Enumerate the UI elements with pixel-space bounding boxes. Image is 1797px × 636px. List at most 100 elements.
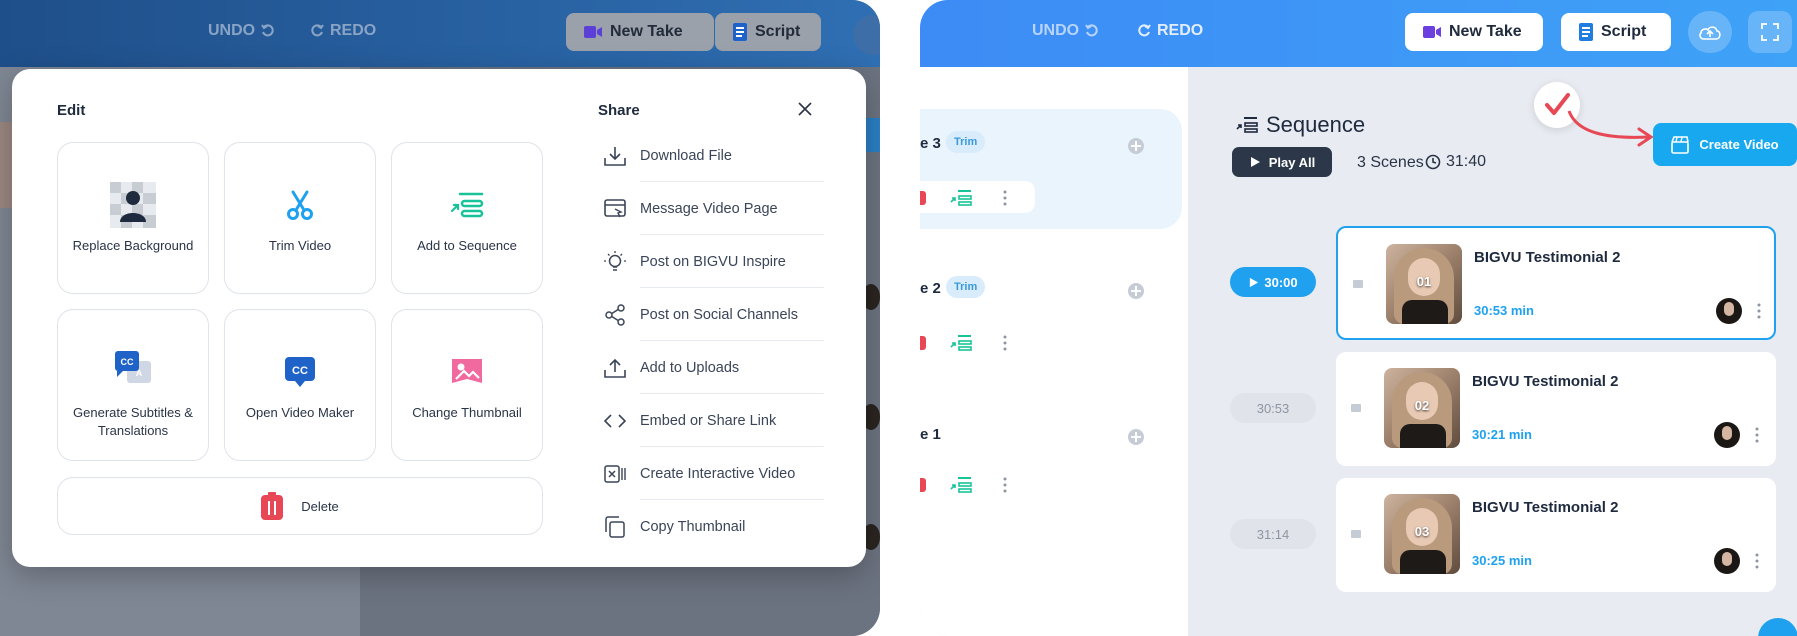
play-all-label: Play All xyxy=(1268,154,1316,170)
new-take-button[interactable]: New Take xyxy=(1405,13,1543,51)
generate-subtitles-tile[interactable]: A CC Generate Subtitles & Translations xyxy=(57,309,209,461)
add-to-uploads-item[interactable]: Add to Uploads xyxy=(602,341,824,394)
cc-icon: CC xyxy=(276,348,324,396)
scene-card[interactable]: e 1 xyxy=(920,400,1182,520)
undo-button[interactable]: UNDO xyxy=(1032,22,1099,40)
right-panel: UNDO REDO New Take Script e 3 Trim e 2 T… xyxy=(920,0,1797,636)
right-top-bar: UNDO REDO New Take Script xyxy=(920,0,1797,67)
copy-thumbnail-item[interactable]: Copy Thumbnail xyxy=(602,500,824,553)
clip-title: BIGVU Testimonial 2 xyxy=(1472,499,1619,516)
share-item-label: Add to Uploads xyxy=(640,359,740,376)
record-indicator xyxy=(920,336,926,350)
create-video-button[interactable]: Create Video xyxy=(1653,123,1797,166)
create-interactive-video-item[interactable]: Create Interactive Video xyxy=(602,447,824,500)
clip-number: 01 xyxy=(1416,274,1432,289)
create-video-label: Create Video xyxy=(1699,137,1779,152)
share-list: Download File Message Video Page Post on… xyxy=(602,129,824,553)
video-actions-modal: Edit Share Replace Background Trim Video… xyxy=(12,69,866,567)
generate-subtitles-label: Generate Subtitles & Translations xyxy=(73,405,193,438)
sequence-icon xyxy=(443,181,491,229)
script-button[interactable]: Script xyxy=(1561,13,1671,51)
fullscreen-button[interactable] xyxy=(1748,11,1792,53)
script-icon xyxy=(733,23,747,41)
close-button[interactable] xyxy=(795,99,815,119)
sequence-clip[interactable]: 02 BIGVU Testimonial 2 30:21 min xyxy=(1336,352,1776,466)
more-menu-icon[interactable] xyxy=(1002,189,1008,207)
clip-start-time[interactable]: 30:53 xyxy=(1230,393,1316,423)
share-item-label: Message Video Page xyxy=(640,200,778,217)
new-take-label: New Take xyxy=(610,23,683,40)
avatar xyxy=(1714,422,1740,448)
share-item-label: Download File xyxy=(640,147,732,164)
add-to-sequence-label: Add to Sequence xyxy=(417,238,517,253)
close-icon xyxy=(798,102,812,116)
record-indicator xyxy=(920,478,926,492)
delete-button[interactable]: Delete xyxy=(57,477,543,535)
sequence-icon[interactable] xyxy=(950,189,972,207)
replace-background-tile[interactable]: Replace Background xyxy=(57,142,209,294)
download-file-item[interactable]: Download File xyxy=(602,129,824,182)
trim-video-tile[interactable]: Trim Video xyxy=(224,142,376,294)
share-item-label: Copy Thumbnail xyxy=(640,518,746,535)
sequence-clip[interactable]: 01 BIGVU Testimonial 2 30:53 min xyxy=(1336,226,1776,340)
redo-button[interactable]: REDO xyxy=(1137,22,1203,40)
drag-handle-icon[interactable] xyxy=(1350,402,1362,414)
add-take-icon[interactable] xyxy=(1127,428,1145,446)
avatar xyxy=(1714,548,1740,574)
sequence-clip[interactable]: 03 BIGVU Testimonial 2 30:25 min xyxy=(1336,478,1776,592)
svg-text:CC: CC xyxy=(292,365,308,377)
clip-start-time[interactable]: 30:00 xyxy=(1230,267,1316,297)
new-take-button[interactable]: New Take xyxy=(566,13,714,51)
play-all-button[interactable]: Play All xyxy=(1232,147,1332,177)
post-on-social-item[interactable]: Post on Social Channels xyxy=(602,288,824,341)
subtitles-icon: A CC xyxy=(109,344,157,392)
trim-badge[interactable]: Trim xyxy=(946,276,986,298)
drag-handle-icon[interactable] xyxy=(1350,528,1362,540)
redo-button[interactable]: REDO xyxy=(310,22,376,40)
drag-handle-icon[interactable] xyxy=(1352,278,1364,290)
message-video-page-item[interactable]: Message Video Page xyxy=(602,182,824,235)
script-button[interactable]: Script xyxy=(715,13,821,51)
sequence-icon[interactable] xyxy=(950,476,972,494)
thumbnail-body xyxy=(1400,550,1446,574)
clip-time-label: 30:00 xyxy=(1264,274,1298,290)
share-item-label: Embed or Share Link xyxy=(640,412,777,429)
redo-label: REDO xyxy=(1157,22,1204,39)
post-on-inspire-item[interactable]: Post on BIGVU Inspire xyxy=(602,235,824,288)
undo-button[interactable]: UNDO xyxy=(208,22,275,40)
add-take-icon[interactable] xyxy=(1127,137,1145,155)
cloud-upload-button[interactable] xyxy=(853,15,880,55)
total-duration: 31:40 xyxy=(1425,153,1486,171)
scene-card[interactable]: e 3 Trim xyxy=(920,109,1182,229)
thumbnail-body xyxy=(1400,424,1446,448)
scene-card[interactable]: e 2 Trim xyxy=(920,254,1182,374)
sequence-icon[interactable] xyxy=(950,334,972,352)
clip-thumbnail: 02 xyxy=(1384,368,1460,448)
more-menu-icon[interactable] xyxy=(1756,302,1762,320)
scene-name: e 2 xyxy=(920,280,941,297)
more-menu-icon[interactable] xyxy=(1754,426,1760,444)
share-item-label: Create Interactive Video xyxy=(640,465,796,482)
clip-number: 03 xyxy=(1414,524,1430,539)
play-icon xyxy=(1250,277,1259,287)
clip-time-label: 31:14 xyxy=(1256,526,1290,542)
screenshot-stage: UNDO REDO New Take Script Edit Share Rep… xyxy=(0,0,1797,636)
share-item-label: Post on BIGVU Inspire xyxy=(640,253,786,270)
change-thumbnail-tile[interactable]: Change Thumbnail xyxy=(391,309,543,461)
person-background-icon xyxy=(109,181,157,229)
sequence-panel: Sequence Play All 3 Scenes 31:40 Create … xyxy=(1188,67,1797,636)
undo-label: UNDO xyxy=(208,22,256,39)
download-icon xyxy=(602,143,628,169)
embed-share-link-item[interactable]: Embed or Share Link xyxy=(602,394,824,447)
add-take-icon[interactable] xyxy=(1127,282,1145,300)
trim-video-label: Trim Video xyxy=(268,238,332,253)
cloud-upload-button[interactable] xyxy=(1688,11,1732,53)
clip-start-time[interactable]: 31:14 xyxy=(1230,519,1316,549)
new-take-label: New Take xyxy=(1449,23,1522,40)
open-video-maker-tile[interactable]: CC Open Video Maker xyxy=(224,309,376,461)
more-menu-icon[interactable] xyxy=(1754,552,1760,570)
add-to-sequence-tile[interactable]: Add to Sequence xyxy=(391,142,543,294)
more-menu-icon[interactable] xyxy=(1002,334,1008,352)
trim-badge[interactable]: Trim xyxy=(946,131,986,153)
more-menu-icon[interactable] xyxy=(1002,476,1008,494)
